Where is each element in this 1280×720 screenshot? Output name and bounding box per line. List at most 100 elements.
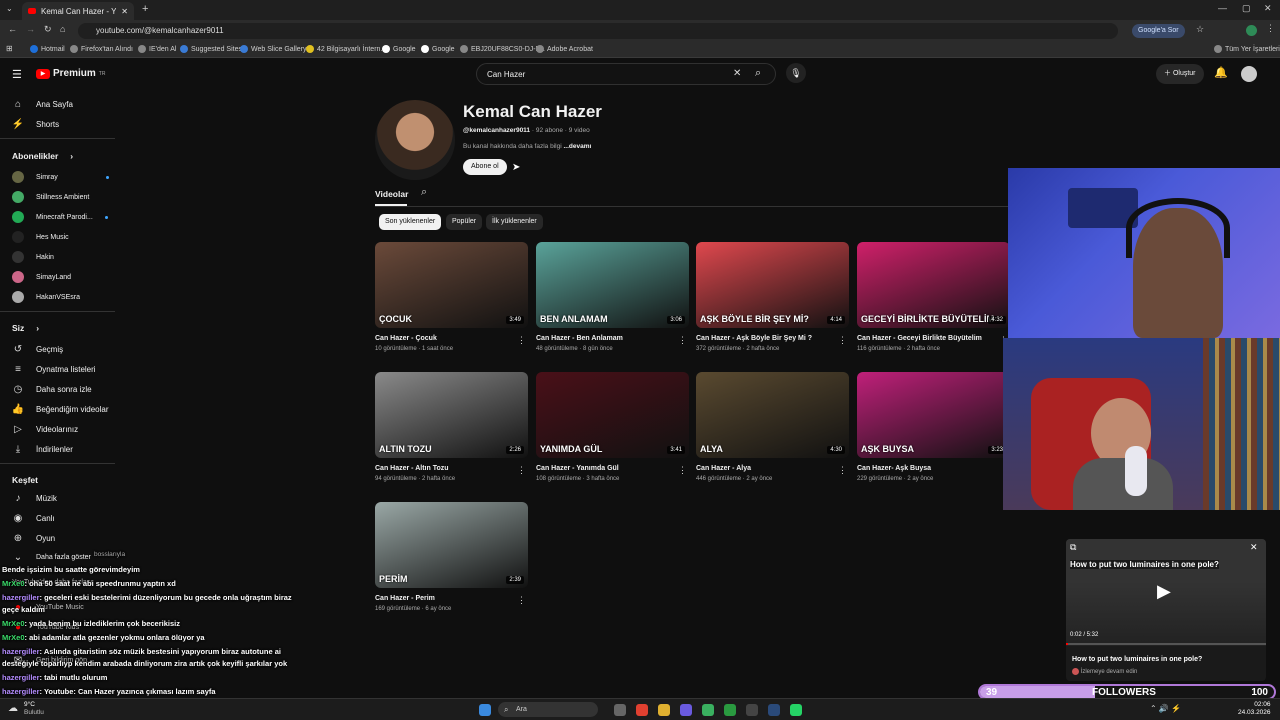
bookmark-item[interactable]: 42 Bilgisayarlı İntern... (306, 45, 386, 53)
taskbar-clock[interactable]: 02:06 24.03.2026 (1238, 701, 1271, 717)
video-card[interactable]: AŞK BUYSA 3:23 Can Hazer- Aşk Buysa 229 gör… (857, 372, 1010, 482)
channel-about[interactable]: Bu kanal hakkında daha fazla bilgi ...de… (463, 143, 591, 150)
account-avatar[interactable] (1241, 66, 1257, 82)
maximize-icon[interactable]: ▢ (1242, 3, 1251, 14)
bookmark-item[interactable]: Firefox'tan Alındı (70, 45, 133, 53)
steam-icon[interactable] (768, 704, 780, 716)
subscription-item[interactable]: Simray (12, 171, 109, 183)
video-title[interactable]: Can Hazer - Altın Tozu (375, 465, 528, 472)
app-icon[interactable] (724, 704, 736, 716)
youtube-premium-logo[interactable]: ▶ Premium TR (36, 68, 105, 79)
ask-google-button[interactable]: Google'a Sor (1132, 24, 1185, 38)
sidebar-item-shorts[interactable]: ⚡ Shorts (12, 118, 59, 130)
video-thumbnail[interactable]: ÇOCUK 3:49 (375, 242, 528, 328)
sidebar-item-downloads[interactable]: ⤓ İndirilenler (12, 443, 73, 455)
bookmark-item[interactable]: Suggested Sites (180, 45, 242, 53)
video-title[interactable]: Can Hazer - Çocuk (375, 335, 528, 342)
profile-avatar[interactable] (1246, 25, 1257, 36)
sidebar-item-gaming[interactable]: ⊕ Oyun (12, 532, 55, 544)
video-thumbnail[interactable]: PERİM 2:39 (375, 502, 528, 588)
video-title[interactable]: Can Hazer - Yanımda Gül (536, 465, 689, 472)
you-header[interactable]: Siz › (12, 323, 39, 333)
video-title[interactable]: Can Hazer - Aşk Böyle Bir Şey Mi ? (696, 335, 849, 342)
sidebar-item-liked[interactable]: 👍 Beğendiğim videolar (12, 403, 109, 415)
video-title[interactable]: Can Hazer - Perim (375, 595, 528, 602)
play-icon[interactable]: ▶ (1157, 581, 1171, 602)
bookmark-item[interactable]: Web Slice Gallery (240, 45, 307, 53)
bookmark-item[interactable]: EBJ20UF88CS0-DJ-F... (460, 45, 545, 53)
video-menu-icon[interactable]: ⋮ (838, 335, 847, 346)
video-title[interactable]: Can Hazer - Geceyi Birlikte Büyütelim (857, 335, 1010, 342)
system-tray-icons[interactable]: ⌃ 🔊 ⚡ (1150, 704, 1181, 713)
taskbar-search[interactable]: ⌕ Ara (498, 702, 598, 717)
bookmark-star-icon[interactable]: ☆ (1196, 24, 1204, 35)
video-card[interactable]: ÇOCUK 3:49 Can Hazer - Çocuk 10 görüntüleme… (375, 242, 528, 352)
search-icon[interactable]: ⌕ (755, 67, 761, 80)
bookmark-item[interactable]: Google (421, 45, 455, 53)
sidebar-item-live[interactable]: ◉ Canlı (12, 512, 55, 524)
video-menu-icon[interactable]: ⋮ (517, 595, 526, 606)
all-bookmarks[interactable]: Tüm Yer İşaretleri (1214, 45, 1280, 53)
chip-oldest[interactable]: İlk yüklenenler (486, 214, 543, 230)
mini-player-progress[interactable] (1066, 643, 1266, 645)
video-menu-icon[interactable]: ⋮ (517, 465, 526, 476)
back-icon[interactable]: ← (8, 24, 17, 34)
channel-avatar[interactable] (375, 100, 455, 180)
file-explorer-icon[interactable] (658, 704, 670, 716)
bookmark-item[interactable]: Adobe Acrobat (536, 45, 593, 53)
sidebar-item-history[interactable]: ↺ Geçmiş (12, 343, 63, 355)
windows-start-icon[interactable] (479, 704, 491, 716)
sidebar-item-playlists[interactable]: ≡ Oynatma listeleri (12, 363, 96, 375)
subscription-item[interactable]: Minecraft Parodi... (12, 211, 108, 223)
minimize-icon[interactable]: — (1218, 3, 1227, 13)
new-tab-icon[interactable]: + (142, 3, 148, 15)
expand-icon[interactable]: ⧉ (1070, 542, 1076, 553)
bookmark-item[interactable]: IE'den Al (138, 45, 176, 53)
bookmark-item[interactable]: Google (382, 45, 416, 53)
video-card[interactable]: AŞK BÖYLE BİR ŞEY Mİ? 4:14 Can Hazer - Aşk… (696, 242, 849, 352)
forward-icon[interactable]: → (26, 24, 35, 34)
hamburger-menu-icon[interactable]: ☰ (12, 68, 22, 81)
video-thumbnail[interactable]: ALTIN TOZU 2:26 (375, 372, 528, 458)
close-tab-icon[interactable]: ✕ (121, 7, 128, 16)
whatsapp-icon[interactable] (790, 704, 802, 716)
url-field[interactable]: youtube.com/@kemalcanhazer9011 (78, 23, 1118, 39)
video-menu-icon[interactable]: ⋮ (838, 465, 847, 476)
browser-tab-active[interactable]: Kemal Can Hazer - YouTube ✕ (22, 2, 134, 20)
subscribe-button[interactable]: Abone ol (463, 159, 507, 175)
video-thumbnail[interactable]: ALYA 4:30 (696, 372, 849, 458)
weather-widget[interactable]: 9°C Bulutlu (24, 701, 44, 717)
reload-icon[interactable]: ↻ (44, 24, 52, 35)
subscription-item[interactable]: Hes Music (12, 231, 69, 243)
subscription-item[interactable]: HakanVSEsra (12, 291, 80, 303)
video-thumbnail[interactable]: GECEYİ BİRLİKTE BÜYÜTELİM 4:32 (857, 242, 1010, 328)
about-more-link[interactable]: ...devamı (563, 143, 591, 150)
video-card[interactable]: BEN ANLAMAM 3:06 Can Hazer - Ben Anlamam 48… (536, 242, 689, 352)
bookmark-item[interactable]: Hotmail (30, 45, 65, 53)
voice-search-icon[interactable]: 🎙 (786, 63, 806, 83)
video-card[interactable]: PERİM 2:39 Can Hazer - Perim 169 görüntülem… (375, 502, 528, 612)
create-button[interactable]: ＋ Oluştur (1156, 64, 1204, 84)
video-thumbnail[interactable]: AŞK BUYSA 3:23 (857, 372, 1010, 458)
video-card[interactable]: ALTIN TOZU 2:26 Can Hazer - Altın Tozu 94 g… (375, 372, 528, 482)
video-thumbnail[interactable]: AŞK BÖYLE BİR ŞEY Mİ? 4:14 (696, 242, 849, 328)
search-input[interactable]: Can Hazer ✕ ⌕ (476, 63, 776, 85)
subscriptions-header[interactable]: Abonelikler › (12, 151, 73, 161)
sidebar-item-watch-later[interactable]: ◷ Daha sonra izle (12, 383, 92, 395)
tab-list-icon[interactable]: ⌄ (6, 4, 13, 13)
notifications-icon[interactable]: 🔔 (1214, 66, 1228, 79)
video-title[interactable]: Can Hazer- Aşk Buysa (857, 465, 1010, 472)
video-thumbnail[interactable]: YANIMDA GÜL 3:41 (536, 372, 689, 458)
discord-icon[interactable] (680, 704, 692, 716)
chip-recent[interactable]: Son yüklenenler (379, 214, 442, 230)
video-menu-icon[interactable]: ⋮ (678, 335, 687, 346)
channel-search-icon[interactable]: ⌕ (421, 186, 427, 199)
sidebar-item-home[interactable]: ⌂ Ana Sayfa (12, 98, 73, 110)
close-mini-player-icon[interactable]: ✕ (1250, 542, 1258, 553)
video-menu-icon[interactable]: ⋮ (678, 465, 687, 476)
video-title[interactable]: Can Hazer - Alya (696, 465, 849, 472)
subscription-item[interactable]: SimayLand (12, 271, 71, 283)
clear-search-icon[interactable]: ✕ (733, 68, 741, 79)
video-card[interactable]: ALYA 4:30 Can Hazer - Alya 446 görüntüleme … (696, 372, 849, 482)
sidebar-item-music[interactable]: ♪ Müzik (12, 492, 57, 504)
